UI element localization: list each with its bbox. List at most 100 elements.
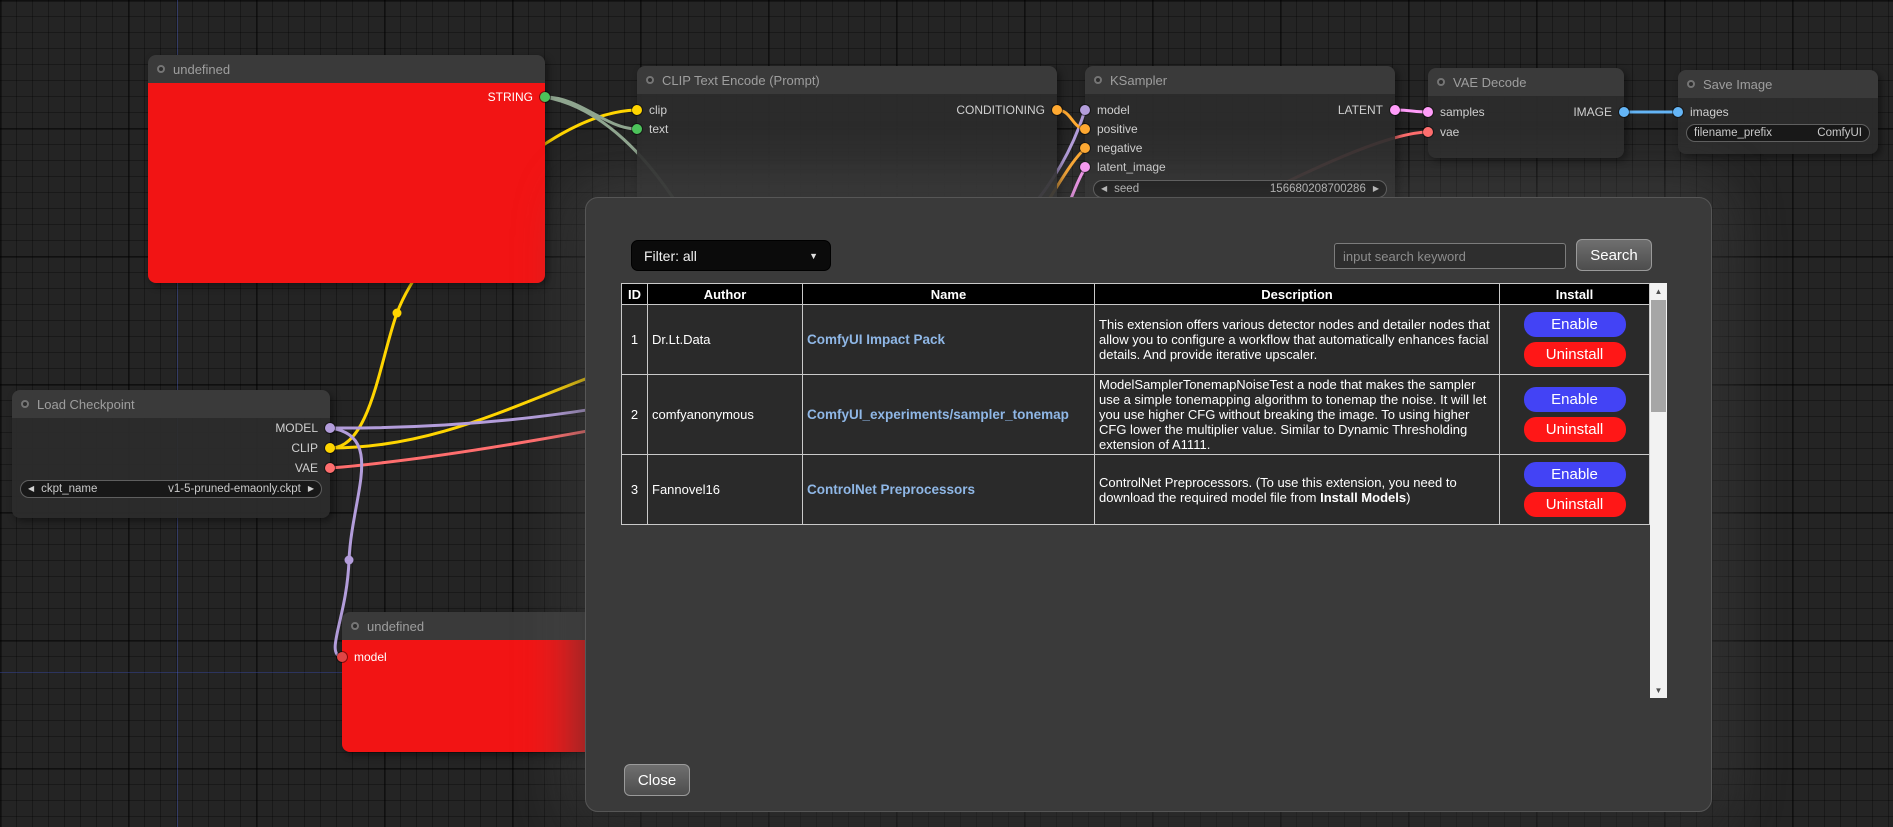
port-dot[interactable] xyxy=(1673,107,1683,117)
port-dot[interactable] xyxy=(1390,105,1400,115)
port-dot[interactable] xyxy=(1619,107,1629,117)
port-label: positive xyxy=(1097,122,1138,136)
extension-install-cell: Enable Uninstall xyxy=(1500,375,1650,455)
extension-name-link[interactable]: ComfyUI_experiments/sampler_tonemap xyxy=(807,407,1069,422)
extension-name-link[interactable]: ControlNet Preprocessors xyxy=(807,482,975,497)
extension-name-link[interactable]: ComfyUI Impact Pack xyxy=(807,332,945,347)
node-title-text: CLIP Text Encode (Prompt) xyxy=(662,73,820,88)
port-dot[interactable] xyxy=(1080,124,1090,134)
output-port-vae[interactable]: VAE xyxy=(295,462,335,474)
port-dot[interactable] xyxy=(1080,105,1090,115)
custom-nodes-manager-dialog: Filter: all ▼ Search ID Author Name Desc… xyxy=(585,197,1712,812)
widget-value: ComfyUI xyxy=(1817,127,1862,139)
uninstall-button[interactable]: Uninstall xyxy=(1524,492,1626,517)
enable-button[interactable]: Enable xyxy=(1524,312,1626,337)
scroll-down-icon[interactable]: ▼ xyxy=(1650,682,1667,698)
header-author: Author xyxy=(648,284,803,305)
port-dot[interactable] xyxy=(337,652,347,662)
node-collapse-dot[interactable] xyxy=(157,65,165,73)
port-dot[interactable] xyxy=(1080,162,1090,172)
port-dot[interactable] xyxy=(1423,107,1433,117)
port-label: latent_image xyxy=(1097,160,1166,174)
port-dot[interactable] xyxy=(325,423,335,433)
search-button[interactable]: Search xyxy=(1576,239,1652,271)
input-port-text[interactable]: text xyxy=(632,123,668,135)
port-label: MODEL xyxy=(275,421,318,435)
port-dot[interactable] xyxy=(325,463,335,473)
node-title-text: KSampler xyxy=(1110,73,1167,88)
filename-prefix-widget[interactable]: filename_prefix ComfyUI xyxy=(1686,124,1870,142)
node-collapse-dot[interactable] xyxy=(351,622,359,630)
port-dot[interactable] xyxy=(1052,105,1062,115)
extension-author-cell: Dr.Lt.Data xyxy=(648,305,803,375)
node-title-bar[interactable]: VAE Decode xyxy=(1428,68,1624,96)
port-dot[interactable] xyxy=(325,443,335,453)
input-port-model[interactable]: model xyxy=(337,651,387,663)
uninstall-button[interactable]: Uninstall xyxy=(1524,417,1626,442)
header-id: ID xyxy=(622,284,648,305)
node-title-bar[interactable]: Load Checkpoint xyxy=(12,390,330,418)
port-dot[interactable] xyxy=(1080,143,1090,153)
node-load-checkpoint[interactable]: Load Checkpoint MODEL CLIP VAE ◀ ckpt_na… xyxy=(12,390,330,518)
node-collapse-dot[interactable] xyxy=(21,400,29,408)
input-port-negative[interactable]: negative xyxy=(1080,142,1142,154)
scrollbar-thumb[interactable] xyxy=(1651,300,1666,412)
input-port-samples[interactable]: samples xyxy=(1423,106,1485,118)
port-label: samples xyxy=(1440,105,1485,119)
input-port-vae[interactable]: vae xyxy=(1423,126,1459,138)
input-port-images[interactable]: images xyxy=(1673,106,1729,118)
port-label: CONDITIONING xyxy=(956,103,1045,117)
port-dot[interactable] xyxy=(540,92,550,102)
output-port-string[interactable]: STRING xyxy=(488,91,550,103)
input-port-latent-image[interactable]: latent_image xyxy=(1080,161,1166,173)
node-collapse-dot[interactable] xyxy=(1437,78,1445,86)
scroll-up-icon[interactable]: ▲ xyxy=(1650,283,1667,299)
extensions-table-container: ID Author Name Description Install 1 Dr.… xyxy=(621,283,1667,698)
output-port-model[interactable]: MODEL xyxy=(275,422,335,434)
filter-select[interactable]: Filter: all ▼ xyxy=(631,240,831,271)
node-title-text: Save Image xyxy=(1703,77,1772,92)
dropdown-caret-icon: ▼ xyxy=(809,251,818,261)
input-port-positive[interactable]: positive xyxy=(1080,123,1138,135)
increment-arrow-icon[interactable]: ▶ xyxy=(308,485,314,493)
node-title-bar[interactable]: KSampler xyxy=(1085,66,1395,94)
output-port-image[interactable]: IMAGE xyxy=(1573,106,1629,118)
search-input[interactable] xyxy=(1334,243,1566,269)
port-dot[interactable] xyxy=(1423,127,1433,137)
port-dot[interactable] xyxy=(632,124,642,134)
extension-row: 3 Fannovel16 ControlNet Preprocessors Co… xyxy=(622,455,1650,525)
port-dot[interactable] xyxy=(632,105,642,115)
enable-button[interactable]: Enable xyxy=(1524,462,1626,487)
node-vae-decode[interactable]: VAE Decode samples vae IMAGE xyxy=(1428,68,1624,158)
table-scrollbar[interactable]: ▲ ▼ xyxy=(1650,283,1667,698)
node-title-bar[interactable]: Save Image xyxy=(1678,70,1878,98)
output-port-conditioning[interactable]: CONDITIONING xyxy=(956,104,1062,116)
node-collapse-dot[interactable] xyxy=(646,76,654,84)
input-port-model[interactable]: model xyxy=(1080,104,1130,116)
node-title-bar[interactable]: CLIP Text Encode (Prompt) xyxy=(637,66,1057,94)
extensions-table: ID Author Name Description Install 1 Dr.… xyxy=(621,283,1650,525)
close-button[interactable]: Close xyxy=(624,764,690,796)
increment-arrow-icon[interactable]: ▶ xyxy=(1373,185,1379,193)
input-port-clip[interactable]: clip xyxy=(632,104,667,116)
ckpt-name-widget[interactable]: ◀ ckpt_name v1-5-pruned-emaonly.ckpt ▶ xyxy=(20,480,322,498)
seed-widget[interactable]: ◀ seed 156680208700286 ▶ xyxy=(1093,180,1387,198)
extension-description-cell: ControlNet Preprocessors. (To use this e… xyxy=(1095,455,1500,525)
decrement-arrow-icon[interactable]: ◀ xyxy=(28,485,34,493)
output-port-latent[interactable]: LATENT xyxy=(1338,104,1400,116)
node-save-image[interactable]: Save Image images filename_prefix ComfyU… xyxy=(1678,70,1878,154)
decrement-arrow-icon[interactable]: ◀ xyxy=(1101,185,1107,193)
port-label: negative xyxy=(1097,141,1142,155)
node-collapse-dot[interactable] xyxy=(1687,80,1695,88)
extension-row: 2 comfyanonymous ComfyUI_experiments/sam… xyxy=(622,375,1650,455)
node-collapse-dot[interactable] xyxy=(1094,76,1102,84)
output-port-clip[interactable]: CLIP xyxy=(291,442,335,454)
node-undefined-top[interactable]: undefined STRING xyxy=(148,55,545,283)
node-title-bar[interactable]: undefined xyxy=(148,55,545,83)
port-label: model xyxy=(354,650,387,664)
wire-midpoint-dot xyxy=(345,556,354,565)
enable-button[interactable]: Enable xyxy=(1524,387,1626,412)
extension-name-cell: ControlNet Preprocessors xyxy=(803,455,1095,525)
uninstall-button[interactable]: Uninstall xyxy=(1524,342,1626,367)
wire-midpoint-dot xyxy=(393,309,402,318)
